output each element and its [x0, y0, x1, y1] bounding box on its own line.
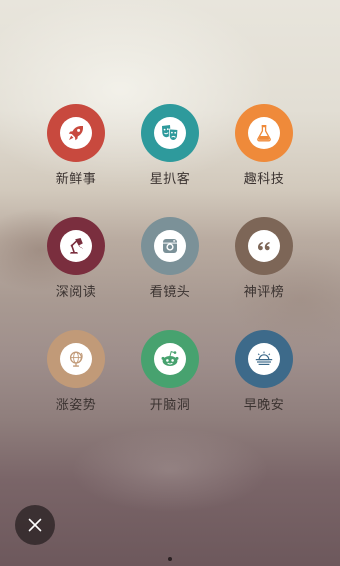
close-button[interactable]: [15, 505, 55, 545]
category-label: 神评榜: [243, 285, 285, 300]
category-label: 涨姿势: [55, 398, 97, 413]
category-circle: [235, 217, 293, 275]
category-circle: [47, 104, 105, 162]
sunrise-icon: [255, 351, 273, 365]
globe-icon: [69, 351, 83, 367]
category-label: 早晚安: [243, 398, 285, 413]
page-indicator-dot: [168, 557, 172, 561]
camera-icon: [163, 239, 177, 253]
category-label: 星扒客: [149, 172, 191, 187]
flask-icon: [257, 125, 271, 142]
quote-icon: [258, 242, 270, 251]
theater-masks-icon: [162, 125, 179, 141]
category-circle: [47, 217, 105, 275]
category-label: 开脑洞: [149, 398, 191, 413]
category-circle: [141, 104, 199, 162]
category-xingbake[interactable]: 星扒客: [122, 104, 218, 187]
category-label: 深阅读: [55, 285, 97, 300]
category-grid: 新鲜事 星扒客 趣科技 深阅读 看镜头 神评榜 涨姿势 开脑洞 早晚安: [0, 0, 340, 566]
category-zhangzishi[interactable]: 涨姿势: [28, 330, 124, 413]
category-label: 看镜头: [149, 285, 191, 300]
category-xinxianshi[interactable]: 新鲜事: [28, 104, 124, 187]
category-qukeji[interactable]: 趣科技: [216, 104, 312, 187]
category-circle: [235, 330, 293, 388]
category-kainaodong[interactable]: 开脑洞: [122, 330, 218, 413]
category-kanjingtou[interactable]: 看镜头: [122, 217, 218, 300]
desk-lamp-icon: [70, 238, 83, 254]
category-shenyuedu[interactable]: 深阅读: [28, 217, 124, 300]
category-circle: [141, 330, 199, 388]
category-zaowanan[interactable]: 早晚安: [216, 330, 312, 413]
category-circle: [141, 217, 199, 275]
category-circle: [235, 104, 293, 162]
category-shenpingbang[interactable]: 神评榜: [216, 217, 312, 300]
category-label: 趣科技: [243, 172, 285, 187]
rocket-icon: [68, 126, 83, 141]
close-icon: [28, 518, 42, 532]
category-circle: [47, 330, 105, 388]
alien-face-icon: [161, 350, 179, 366]
category-label: 新鲜事: [55, 172, 97, 187]
